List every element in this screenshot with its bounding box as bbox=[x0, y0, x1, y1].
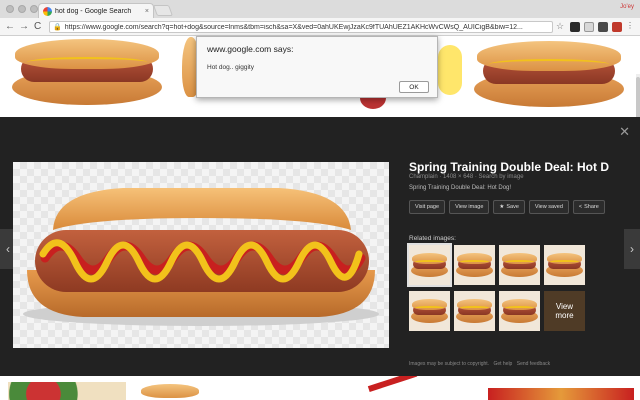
related-image-thumb[interactable] bbox=[409, 291, 450, 331]
extension-icon[interactable] bbox=[570, 22, 580, 32]
result-image[interactable] bbox=[8, 382, 126, 400]
preview-image[interactable] bbox=[13, 162, 389, 348]
panel-footer: Images may be subject to copyright. Get … bbox=[409, 361, 553, 367]
new-tab-button[interactable] bbox=[152, 5, 174, 16]
browser-window: hot dog - Google Search × Jo'ey ← → C 🔒 … bbox=[0, 0, 640, 400]
copyright-notice: Images may be subject to copyright. bbox=[409, 361, 490, 367]
maximize-window-button[interactable] bbox=[30, 5, 38, 13]
ok-button[interactable]: OK bbox=[399, 81, 429, 93]
close-icon[interactable]: ✕ bbox=[619, 125, 630, 138]
alert-dialog: www.google.com says: Hot dog.. giggity O… bbox=[196, 36, 438, 98]
reload-button[interactable]: C bbox=[34, 20, 41, 34]
close-window-button[interactable] bbox=[6, 5, 14, 13]
results-row-bottom bbox=[0, 376, 640, 400]
related-image-thumb[interactable] bbox=[499, 245, 540, 285]
view-more-thumb[interactable]: View more bbox=[544, 291, 585, 331]
image-title[interactable]: Spring Training Double Deal: Hot Dog! ..… bbox=[409, 160, 609, 174]
address-bar[interactable]: 🔒 https://www.google.com/search?q=hot+do… bbox=[49, 21, 553, 33]
browser-tab[interactable]: hot dog - Google Search × bbox=[38, 3, 154, 18]
save-button[interactable]: ★ Save bbox=[493, 200, 525, 214]
cast-icon[interactable] bbox=[598, 22, 608, 32]
related-image-thumb[interactable] bbox=[407, 243, 452, 287]
related-images-grid: View more bbox=[407, 243, 585, 331]
view-image-button[interactable]: View image bbox=[449, 200, 490, 214]
tab-title: hot dog - Google Search bbox=[55, 7, 132, 15]
star-icon: ★ bbox=[499, 204, 505, 210]
extension-icon[interactable] bbox=[612, 22, 622, 32]
share-button[interactable]: < Share bbox=[572, 200, 605, 214]
result-image[interactable] bbox=[367, 376, 423, 400]
action-buttons: Visit page View image ★ Save View saved <… bbox=[409, 200, 605, 214]
dialog-message: Hot dog.. giggity bbox=[207, 64, 254, 71]
result-image[interactable] bbox=[438, 45, 462, 95]
image-preview-panel: ✕ ‹ › Spring Training Double Deal: Hot D… bbox=[0, 117, 640, 376]
related-image-thumb[interactable] bbox=[544, 245, 585, 285]
result-image[interactable] bbox=[488, 388, 634, 400]
browser-toolbar: ← → C 🔒 https://www.google.com/search?q=… bbox=[0, 18, 640, 36]
back-button[interactable]: ← bbox=[5, 20, 15, 34]
get-help-link[interactable]: Get help bbox=[493, 361, 512, 367]
tab-close-icon[interactable]: × bbox=[145, 8, 149, 15]
next-image-button[interactable]: › bbox=[624, 229, 640, 269]
profile-button[interactable]: Jo'ey bbox=[620, 4, 634, 10]
send-feedback-link[interactable]: Send feedback bbox=[517, 361, 550, 367]
related-image-thumb[interactable] bbox=[454, 245, 495, 285]
image-description: Spring Training Double Deal: Hot Dog! bbox=[409, 185, 512, 191]
image-meta: Champlain · 1408 × 648 · Search by image bbox=[409, 174, 524, 180]
view-more-label: View more bbox=[544, 291, 585, 331]
related-images-label: Related images: bbox=[409, 235, 456, 242]
bookmark-star-icon[interactable]: ☆ bbox=[556, 21, 564, 32]
result-image[interactable] bbox=[140, 384, 200, 400]
google-favicon-icon bbox=[43, 6, 52, 16]
minimize-window-button[interactable] bbox=[18, 5, 26, 13]
hot-dog-image bbox=[23, 188, 379, 326]
dialog-title: www.google.com says: bbox=[207, 44, 294, 54]
window-controls bbox=[6, 5, 38, 13]
related-image-thumb[interactable] bbox=[454, 291, 495, 331]
related-image-thumb[interactable] bbox=[499, 291, 540, 331]
view-saved-button[interactable]: View saved bbox=[528, 200, 569, 214]
result-image[interactable] bbox=[474, 41, 624, 107]
share-icon: < bbox=[578, 204, 583, 210]
extension-icon[interactable] bbox=[584, 22, 594, 32]
tab-bar: hot dog - Google Search × Jo'ey bbox=[0, 0, 640, 18]
lock-icon: 🔒 bbox=[53, 24, 62, 31]
forward-button[interactable]: → bbox=[19, 20, 29, 34]
url-text: https://www.google.com/search?q=hot+dog&… bbox=[64, 23, 523, 31]
menu-icon[interactable]: ⋮ bbox=[626, 22, 636, 32]
visit-page-button[interactable]: Visit page bbox=[409, 200, 446, 214]
result-image[interactable] bbox=[12, 39, 162, 105]
